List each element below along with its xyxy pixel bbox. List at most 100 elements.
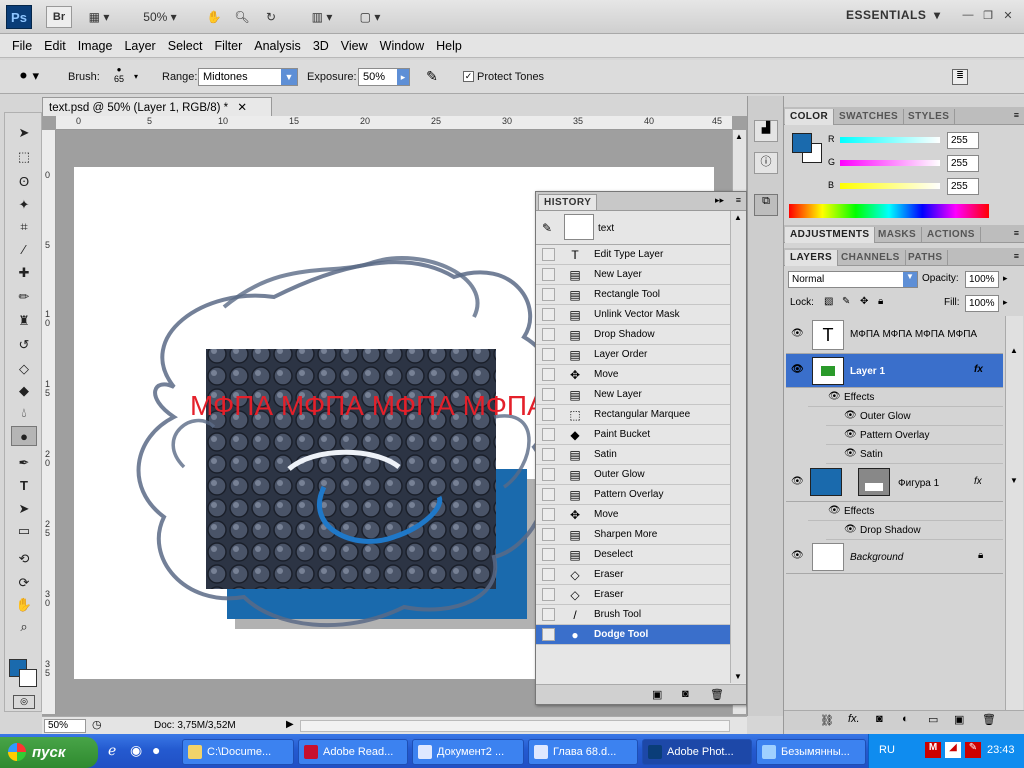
layers-scrollbar[interactable]: ▲ ▼ xyxy=(1005,316,1023,714)
fill-input[interactable]: 100% xyxy=(965,295,999,312)
history-item[interactable]: / Brush Tool xyxy=(536,605,730,625)
pen-tool-icon[interactable]: ✒ xyxy=(11,453,37,473)
menu-edit[interactable]: Edit xyxy=(38,39,72,53)
history-source-checkbox[interactable] xyxy=(542,628,555,641)
menu-image[interactable]: Image xyxy=(72,39,119,53)
tab-history[interactable]: HISTORY xyxy=(538,194,598,210)
magic-wand-icon[interactable]: ✦ xyxy=(11,195,37,215)
history-item[interactable]: ▤ Outer Glow xyxy=(536,465,730,485)
minimize-icon[interactable]: — xyxy=(960,8,976,22)
background-color-swatch[interactable] xyxy=(19,669,37,687)
add-mask-icon[interactable]: ◙ xyxy=(876,713,883,725)
scroll-up-icon[interactable]: ▲ xyxy=(735,132,743,141)
effect-drop-shadow[interactable]: 👁︎ Drop Shadow xyxy=(826,521,1003,540)
scroll-down-icon[interactable]: ▼ xyxy=(1010,476,1018,485)
fx-icon[interactable]: fx xyxy=(974,364,983,375)
horizontal-scrollbar[interactable] xyxy=(300,720,730,732)
panel-menu-icon[interactable]: ≡ xyxy=(1014,110,1019,120)
history-source-checkbox[interactable] xyxy=(542,468,555,481)
eye-icon[interactable]: 👁︎ xyxy=(828,391,841,402)
history-item[interactable]: ▤ Sharpen More xyxy=(536,525,730,545)
layer-row-layer1[interactable]: 👁︎ Layer 1 fx xyxy=(786,354,1003,388)
history-panel-icon[interactable]: ⧉ xyxy=(754,194,778,216)
panel-menu-icon[interactable]: ≡ xyxy=(1014,251,1019,261)
history-item[interactable]: ◇ Eraser xyxy=(536,565,730,585)
eye-icon[interactable]: 👁︎ xyxy=(791,328,804,339)
eyedropper-tool-icon[interactable]: ⁄ xyxy=(11,239,37,259)
status-menu-icon[interactable]: ◷ xyxy=(92,718,102,731)
effect-outer-glow[interactable]: 👁︎ Outer Glow xyxy=(826,407,1003,426)
trash-icon[interactable]: 🗑︎ xyxy=(710,688,724,701)
green-value[interactable]: 255 xyxy=(947,155,979,172)
eye-icon[interactable]: 👁︎ xyxy=(844,429,857,440)
paint-bucket-icon[interactable]: ◆ xyxy=(11,381,37,401)
document-tab[interactable]: text.psd @ 50% (Layer 1, RGB/8) * ✕ xyxy=(42,97,272,116)
menu-select[interactable]: Select xyxy=(162,39,209,53)
hand-tool-icon[interactable]: ✋ xyxy=(204,6,224,28)
start-button[interactable]: пуск xyxy=(0,737,98,768)
photoshop-logo[interactable]: Ps xyxy=(6,5,32,29)
brush-dropdown-arrow[interactable]: ▾ xyxy=(134,72,138,81)
history-source-checkbox[interactable] xyxy=(542,248,555,261)
history-source-checkbox[interactable] xyxy=(542,448,555,461)
history-item[interactable]: ▤ New Layer xyxy=(536,265,730,285)
new-layer-icon[interactable]: ▣ xyxy=(954,713,964,726)
range-select[interactable]: Midtones ▼ xyxy=(198,68,298,86)
layer-row-background[interactable]: 👁︎ Background 🔒︎ xyxy=(786,540,1003,574)
eye-icon[interactable]: 👁︎ xyxy=(828,505,841,516)
ie-quicklaunch-icon[interactable]: ℯ xyxy=(108,742,116,759)
move-tool-icon[interactable]: ➤ xyxy=(11,123,37,143)
history-source-checkbox[interactable] xyxy=(542,268,555,281)
history-snapshot[interactable]: ✎ text xyxy=(536,211,730,245)
status-arrow-icon[interactable]: ▶ xyxy=(286,719,294,730)
brush-tool-icon[interactable]: ✏ xyxy=(11,287,37,307)
blend-mode-select[interactable]: Normal ▼ xyxy=(788,271,918,288)
create-snapshot-icon[interactable]: ◙ xyxy=(682,688,689,700)
history-source-checkbox[interactable] xyxy=(542,608,555,621)
opacity-input[interactable]: 100% xyxy=(965,271,999,288)
red-slider[interactable] xyxy=(840,137,940,143)
adjustment-layer-icon[interactable]: ◐ xyxy=(902,713,909,725)
scroll-up-icon[interactable]: ▲ xyxy=(1010,346,1018,355)
menu-3d[interactable]: 3D xyxy=(307,39,335,53)
zoom-field[interactable]: 50% xyxy=(44,719,86,733)
history-item[interactable]: ◇ Eraser xyxy=(536,585,730,605)
brush-picker[interactable]: ● 65 xyxy=(104,65,134,91)
history-source-checkbox[interactable] xyxy=(542,428,555,441)
tab-layers[interactable]: LAYERS xyxy=(785,250,839,266)
history-scrollbar[interactable]: ▲ ▼ xyxy=(730,211,746,683)
lock-all-icon[interactable]: 🔒︎ xyxy=(878,296,883,307)
panel-menu-icon[interactable]: ≡ xyxy=(1014,228,1019,238)
eye-icon[interactable]: 👁︎ xyxy=(844,448,857,459)
history-brush-source-icon[interactable]: ✎ xyxy=(542,221,552,235)
history-item[interactable]: ⬚ Rectangular Marquee xyxy=(536,405,730,425)
panel-menu-icon[interactable]: ≡ xyxy=(736,195,741,205)
menu-filter[interactable]: Filter xyxy=(208,39,248,53)
history-source-checkbox[interactable] xyxy=(542,568,555,581)
menu-file[interactable]: File xyxy=(6,39,38,53)
history-source-checkbox[interactable] xyxy=(542,288,555,301)
menu-help[interactable]: Help xyxy=(430,39,468,53)
security-tray-icon[interactable]: ◢ xyxy=(945,742,961,758)
eye-icon[interactable]: 👁︎ xyxy=(844,410,857,421)
menu-layer[interactable]: Layer xyxy=(118,39,161,53)
blue-slider[interactable] xyxy=(840,183,940,189)
tab-paths[interactable]: PATHS xyxy=(903,250,949,266)
scroll-up-icon[interactable]: ▲ xyxy=(734,213,742,222)
eye-icon[interactable]: 👁︎ xyxy=(791,476,804,487)
mail-tray-icon[interactable]: M xyxy=(925,742,941,758)
menu-analysis[interactable]: Analysis xyxy=(248,39,307,53)
tool-preset-picker[interactable]: ⚫︎ ▾ xyxy=(18,68,52,86)
fx-icon[interactable]: fx xyxy=(974,476,982,487)
task-paint[interactable]: Безымянны... xyxy=(756,739,866,765)
tab-adjustments[interactable]: ADJUSTMENTS xyxy=(785,227,876,243)
histogram-icon[interactable]: ▟ xyxy=(754,120,778,142)
tab-actions[interactable]: ACTIONS xyxy=(922,227,981,243)
task-explorer[interactable]: C:\Docume... xyxy=(182,739,294,765)
history-source-checkbox[interactable] xyxy=(542,548,555,561)
dodge-tool-icon[interactable]: ● xyxy=(11,426,37,446)
language-indicator[interactable]: RU xyxy=(879,744,895,756)
marquee-tool-icon[interactable]: ⬚ xyxy=(11,147,37,167)
color-ramp[interactable] xyxy=(789,204,989,218)
history-item[interactable]: ▤ Pattern Overlay xyxy=(536,485,730,505)
